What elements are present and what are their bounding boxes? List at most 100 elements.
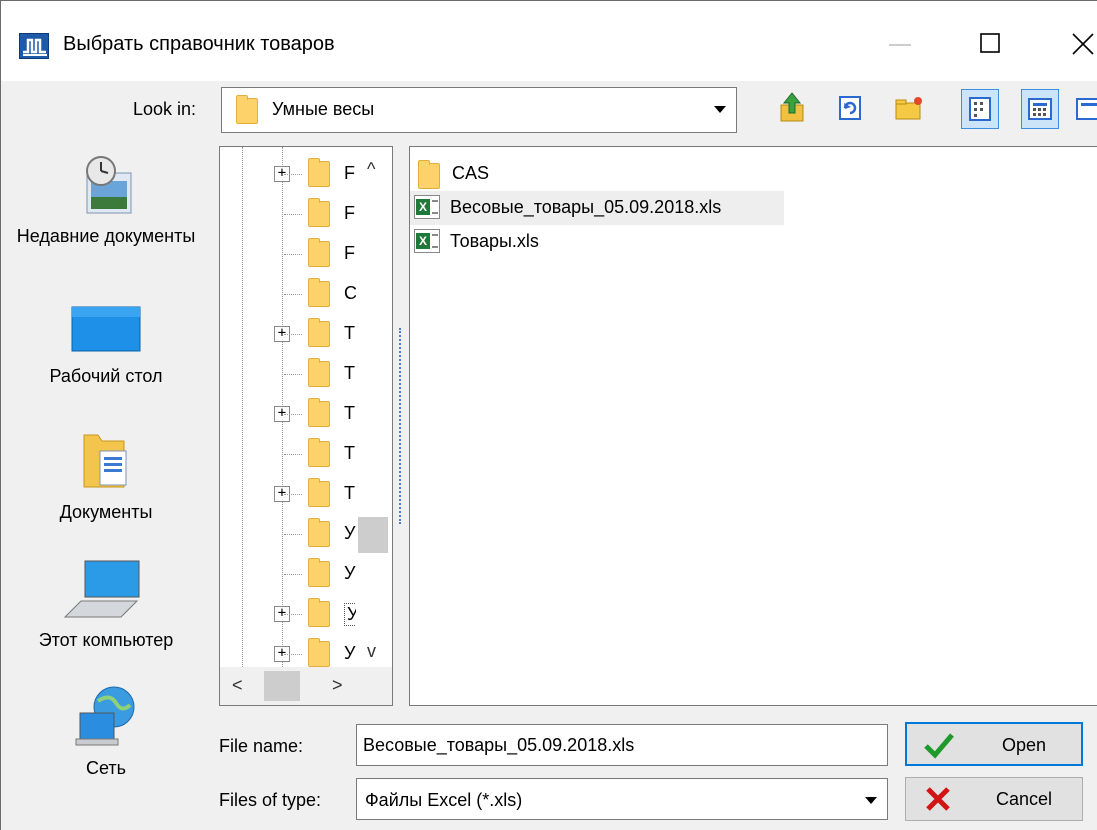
- folder-icon: [236, 95, 258, 124]
- file-item-xls[interactable]: X Товары.xls: [410, 225, 590, 259]
- tree-item[interactable]: + У: [220, 593, 370, 633]
- tree-item-label: У: [344, 523, 356, 543]
- place-recent[interactable]: Недавние документы: [1, 151, 211, 250]
- folder-icon: [308, 278, 330, 307]
- new-folder-icon: [895, 97, 922, 120]
- place-computer-label: Этот компьютер: [38, 630, 174, 650]
- scroll-thumb[interactable]: [264, 671, 300, 701]
- folder-icon: [308, 238, 330, 267]
- tree-connector: [284, 254, 302, 255]
- scroll-right-icon[interactable]: >: [332, 675, 343, 696]
- filename-input[interactable]: [356, 724, 888, 766]
- folder-icon: [308, 358, 330, 387]
- title-bar: Выбрать справочник товаров: [1, 1, 1097, 81]
- file-list[interactable]: CAS X Весовые_товары_05.09.2018.xls X То…: [409, 146, 1097, 706]
- tree-item-label: T: [344, 363, 355, 383]
- new-folder-button[interactable]: [889, 89, 927, 129]
- tree-item[interactable]: C: [220, 273, 370, 313]
- filetype-combo[interactable]: Файлы Excel (*.xls): [356, 778, 888, 820]
- scroll-left-icon[interactable]: <: [232, 675, 243, 696]
- tree-item-label: T: [344, 443, 355, 463]
- up-folder-icon: [780, 92, 804, 122]
- place-computer[interactable]: Этот компьютер: [1, 557, 211, 654]
- tree-item-label: T: [344, 403, 355, 423]
- refresh-button[interactable]: [831, 89, 869, 129]
- tree-connector: [284, 534, 302, 535]
- scroll-thumb[interactable]: [358, 517, 388, 553]
- tree-connector: [284, 214, 302, 215]
- folder-icon: [418, 160, 440, 189]
- network-icon: [75, 686, 135, 746]
- tree-item-label: T: [344, 483, 355, 503]
- place-documents[interactable]: Документы: [1, 429, 211, 526]
- chevron-down-icon: [865, 797, 877, 804]
- tree-item-label: F: [344, 243, 355, 263]
- lookin-combo[interactable]: Умные весы: [221, 87, 737, 133]
- tree-item[interactable]: У: [220, 553, 370, 593]
- list-view-button[interactable]: [961, 89, 999, 129]
- folder-icon: [308, 598, 330, 627]
- tree-item[interactable]: T: [220, 433, 370, 473]
- file-name: Товары.xls: [450, 231, 539, 251]
- tree-item[interactable]: + F: [220, 153, 370, 193]
- lookin-label: Look in:: [133, 99, 197, 119]
- tree-item[interactable]: F: [220, 193, 370, 233]
- folder-icon: [308, 518, 330, 547]
- place-documents-label: Документы: [59, 502, 153, 522]
- app-icon: [19, 33, 49, 59]
- cancel-button[interactable]: Cancel: [905, 777, 1083, 821]
- window-title: Выбрать справочник товаров: [63, 33, 335, 55]
- details-view-button[interactable]: [1021, 89, 1059, 129]
- chevron-down-icon: [714, 106, 726, 113]
- place-desktop-label: Рабочий стол: [49, 366, 163, 386]
- file-item-xls[interactable]: X Весовые_товары_05.09.2018.xls: [410, 191, 784, 225]
- folder-tree[interactable]: + F F F C + T T + T T + T У У + У + У ^ …: [219, 146, 393, 706]
- splitter-grip[interactable]: [399, 328, 401, 524]
- view-menu-icon: [1076, 98, 1097, 120]
- cancel-button-label: Cancel: [995, 789, 1053, 809]
- tree-connector: [284, 414, 302, 415]
- folder-icon: [308, 318, 330, 347]
- minimize-button[interactable]: [881, 29, 921, 59]
- tree-item[interactable]: + T: [220, 393, 370, 433]
- pane-splitter[interactable]: [394, 146, 408, 706]
- close-button[interactable]: [1061, 29, 1097, 59]
- excel-file-icon: X: [414, 195, 440, 219]
- up-folder-button[interactable]: [773, 89, 811, 129]
- tree-horizontal-scrollbar[interactable]: < >: [220, 667, 392, 705]
- scroll-down-icon[interactable]: v: [367, 641, 376, 662]
- place-network[interactable]: Сеть: [1, 683, 211, 782]
- details-view-icon: [1028, 98, 1052, 120]
- open-button[interactable]: Open: [905, 722, 1083, 766]
- recent-documents-icon: [86, 156, 132, 214]
- tree-item[interactable]: У: [220, 513, 370, 553]
- file-name: Весовые_товары_05.09.2018.xls: [450, 197, 722, 217]
- place-network-label: Сеть: [85, 758, 127, 778]
- tree-item[interactable]: T: [220, 353, 370, 393]
- tree-connector: [284, 294, 302, 295]
- folder-icon: [308, 158, 330, 187]
- place-desktop[interactable]: Рабочий стол: [1, 301, 211, 390]
- place-recent-label: Недавние документы: [16, 226, 196, 246]
- folder-icon: [308, 198, 330, 227]
- computer-icon: [63, 560, 140, 618]
- tree-item[interactable]: + T: [220, 473, 370, 513]
- list-view-icon: [969, 97, 991, 121]
- folder-icon: [308, 558, 330, 587]
- folder-icon: [308, 638, 330, 667]
- desktop-icon: [71, 306, 141, 352]
- maximize-button[interactable]: [971, 29, 1011, 59]
- tree-connector: [284, 334, 302, 335]
- lookin-value: Умные весы: [272, 99, 375, 119]
- tree-item[interactable]: + T: [220, 313, 370, 353]
- filename-label: File name:: [219, 736, 304, 756]
- open-button-label: Open: [1001, 735, 1047, 755]
- tree-vertical-scrollbar[interactable]: ^ v: [356, 147, 392, 667]
- file-item-folder[interactable]: CAS: [410, 159, 520, 193]
- tree-item[interactable]: F: [220, 233, 370, 273]
- refresh-icon: [839, 96, 861, 120]
- view-menu-button[interactable]: [1073, 89, 1097, 129]
- scroll-up-icon[interactable]: ^: [367, 159, 375, 180]
- file-open-dialog: Выбрать справочник товаров Look in: Умны…: [0, 0, 1097, 830]
- folder-icon: [308, 398, 330, 427]
